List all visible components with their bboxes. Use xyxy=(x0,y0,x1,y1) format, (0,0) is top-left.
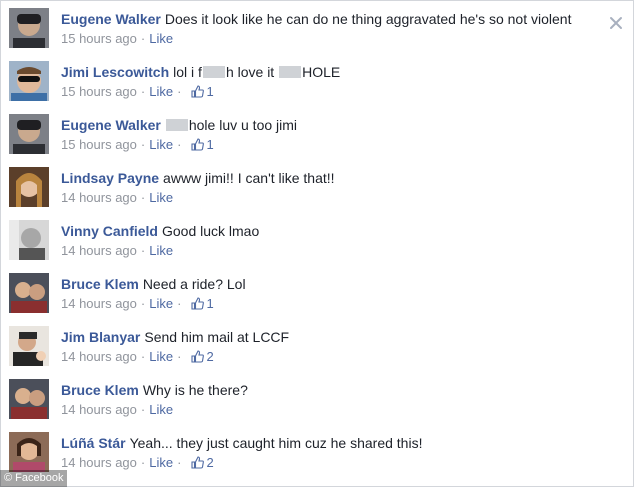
separator: · xyxy=(177,84,182,99)
like-link[interactable]: Like xyxy=(149,402,173,417)
comment-text: Yeah... they just caught him cuz he shar… xyxy=(129,435,423,451)
comment-text: Need a ride? Lol xyxy=(142,276,246,292)
avatar[interactable] xyxy=(9,273,49,313)
like-link[interactable]: Like xyxy=(149,137,173,152)
like-link[interactable]: Like xyxy=(149,349,173,364)
comment-item: Lúñá Stár Yeah... they just caught him cu… xyxy=(1,427,634,480)
comment-time[interactable]: 15 hours ago xyxy=(61,84,137,99)
comment-item: Eugene Walker hole luv u too jimi 15 hour… xyxy=(1,109,634,162)
like-link[interactable]: Like xyxy=(149,455,173,470)
like-count[interactable]: 1 xyxy=(191,84,214,99)
comment-text: Does it look like he can do ne thing agg… xyxy=(164,11,572,27)
like-link[interactable]: Like xyxy=(149,84,173,99)
comment-text: Why is he there? xyxy=(142,382,248,398)
comment-item: Vinny Canfield Good luck lmao 14 hours ag… xyxy=(1,215,634,268)
comment-text: Send him mail at LCCF xyxy=(144,329,290,345)
comment-time[interactable]: 15 hours ago xyxy=(61,31,137,46)
thumbs-up-icon xyxy=(191,297,205,310)
like-link[interactable]: Like xyxy=(149,296,173,311)
avatar[interactable] xyxy=(9,220,49,260)
separator: · xyxy=(177,455,182,470)
comment-item: Eugene Walker Does it look like he can do… xyxy=(1,3,634,56)
avatar[interactable] xyxy=(9,167,49,207)
like-count[interactable]: 1 xyxy=(191,296,214,311)
separator: · xyxy=(140,31,146,46)
commenter-name[interactable]: Vinny Canfield xyxy=(61,223,158,239)
commenter-name[interactable]: Lúñá Stár xyxy=(61,435,126,451)
commenter-name[interactable]: Bruce Klem xyxy=(61,382,139,398)
commenter-name[interactable]: Jimi Lescowitch xyxy=(61,64,169,80)
separator: · xyxy=(140,137,146,152)
comment-text: Good luck lmao xyxy=(161,223,260,239)
separator: · xyxy=(140,243,146,258)
like-count[interactable]: 2 xyxy=(191,349,214,364)
like-link[interactable]: Like xyxy=(149,243,173,258)
commenter-name[interactable]: Lindsay Payne xyxy=(61,170,159,186)
separator: · xyxy=(140,84,146,99)
separator: · xyxy=(140,402,146,417)
comment-item: Lindsay Payne awww jimi!! I can't like th… xyxy=(1,162,634,215)
like-count[interactable]: 2 xyxy=(191,455,214,470)
thumbs-up-icon xyxy=(191,138,205,151)
avatar[interactable] xyxy=(9,8,49,48)
comment-item: Bruce Klem Need a ride? Lol 14 hours ago ·… xyxy=(1,268,634,321)
comment-text: lol i fh love it HOLE xyxy=(173,64,341,80)
separator: · xyxy=(140,349,146,364)
comment-text: awww jimi!! I can't like that!! xyxy=(163,170,335,186)
avatar[interactable] xyxy=(9,379,49,419)
comment-item: Bruce Klem Why is he there? 14 hours ago ·… xyxy=(1,374,634,427)
like-link[interactable]: Like xyxy=(149,31,173,46)
comment-time[interactable]: 14 hours ago xyxy=(61,402,137,417)
like-count[interactable]: 1 xyxy=(191,137,214,152)
comment-text: hole luv u too jimi xyxy=(165,117,297,133)
separator: · xyxy=(177,349,182,364)
redaction xyxy=(202,66,225,78)
comment-item: Jimi Lescowitch lol i fh love it HOLE 15 … xyxy=(1,56,634,109)
thumbs-up-icon xyxy=(191,456,205,469)
redaction xyxy=(279,66,302,78)
commenter-name[interactable]: Jim Blanyar xyxy=(61,329,140,345)
thumbs-up-icon xyxy=(191,350,205,363)
watermark-credit: © Facebook xyxy=(0,470,68,487)
like-link[interactable]: Like xyxy=(149,190,173,205)
avatar[interactable] xyxy=(9,61,49,101)
separator: · xyxy=(140,455,146,470)
comment-time[interactable]: 14 hours ago xyxy=(61,190,137,205)
separator: · xyxy=(140,190,146,205)
redaction xyxy=(165,119,188,131)
comment-time[interactable]: 15 hours ago xyxy=(61,137,137,152)
separator: · xyxy=(177,296,182,311)
comment-time[interactable]: 14 hours ago xyxy=(61,296,137,311)
separator: · xyxy=(177,137,182,152)
close-icon[interactable] xyxy=(608,15,624,31)
commenter-name[interactable]: Eugene Walker xyxy=(61,117,161,133)
avatar[interactable] xyxy=(9,114,49,154)
commenter-name[interactable]: Eugene Walker xyxy=(61,11,161,27)
avatar[interactable] xyxy=(9,432,49,472)
comment-item: Jim Blanyar Send him mail at LCCF 14 hour… xyxy=(1,321,634,374)
comment-time[interactable]: 14 hours ago xyxy=(61,455,137,470)
comment-time[interactable]: 14 hours ago xyxy=(61,243,137,258)
separator: · xyxy=(140,296,146,311)
thumbs-up-icon xyxy=(191,85,205,98)
commenter-name[interactable]: Bruce Klem xyxy=(61,276,139,292)
comment-time[interactable]: 14 hours ago xyxy=(61,349,137,364)
avatar[interactable] xyxy=(9,326,49,366)
comments-panel: Eugene Walker Does it look like he can do… xyxy=(0,0,634,487)
